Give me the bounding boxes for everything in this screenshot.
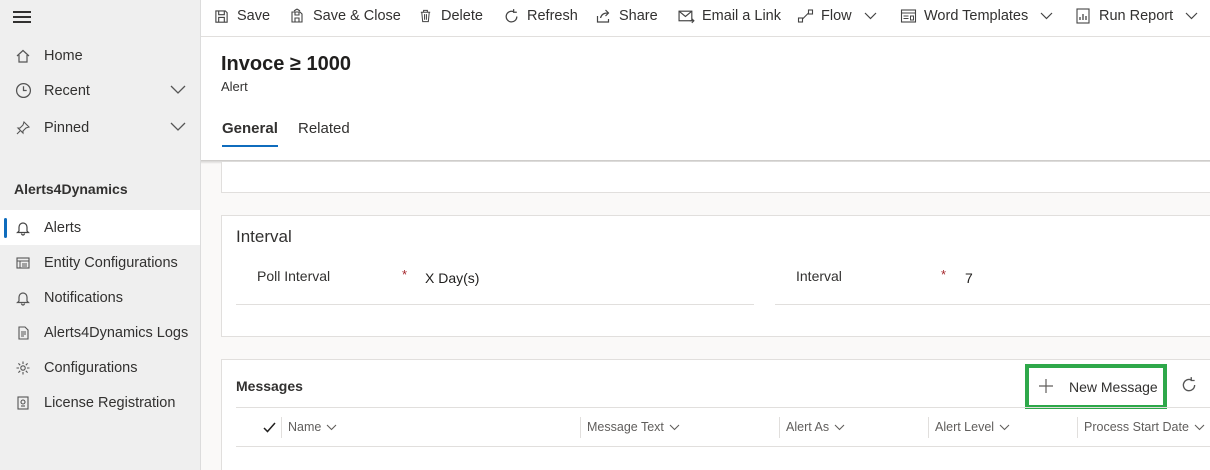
sidebar-group-title: Alerts4Dynamics [14,181,128,197]
chevron-down-icon [669,424,680,430]
word-templates-button[interactable]: Word Templates [899,0,1053,32]
license-icon [14,394,32,412]
column-header-alert-as[interactable]: Alert As [786,420,845,434]
bell-icon [14,289,32,307]
save-icon [212,7,230,25]
page-title: Invoce ≥ 1000 [221,53,351,75]
flow-icon [796,7,814,25]
previous-section-card [221,162,1210,193]
email-icon [677,7,695,25]
required-marker: * [941,267,947,282]
sidebar-item-alerts[interactable]: Alerts [0,210,200,245]
run-report-button[interactable]: Run Report [1074,0,1198,32]
messages-subgrid: Messages New Message Name Message Text A… [221,359,1210,470]
sidebar: Home Recent Pinned Alerts4Dynamics Alert… [0,0,201,470]
word-template-icon [899,7,917,25]
column-header-alert-level[interactable]: Alert Level [935,420,1010,434]
sidebar-item-label: Alerts [44,219,82,236]
interval-section: Interval Poll Interval * X Day(s) Interv… [221,215,1210,337]
flow-button[interactable]: Flow [796,0,877,32]
trash-icon [416,7,434,25]
section-title: Messages [236,378,303,394]
bell-icon [14,219,32,237]
clock-icon [14,82,32,100]
refresh-icon[interactable] [1180,376,1198,394]
tab-related[interactable]: Related [298,120,350,137]
sidebar-item-pinned[interactable]: Pinned [0,110,200,145]
command-bar: Save Save & Close Delete Refresh Share E… [201,0,1210,37]
column-separator [779,417,780,438]
field-underline [236,304,754,305]
sidebar-item-entity-configurations[interactable]: Entity Configurations [0,245,200,280]
sidebar-item-notifications[interactable]: Notifications [0,280,200,315]
delete-button[interactable]: Delete [416,0,483,32]
sidebar-item-label: Home [44,47,83,64]
sidebar-item-label: Alerts4Dynamics Logs [44,324,189,341]
chevron-down-icon [834,424,845,430]
sidebar-item-configurations[interactable]: Configurations [0,350,200,385]
chevron-down-icon[interactable] [170,122,186,132]
hamburger-menu-icon[interactable] [13,11,31,23]
sidebar-item-label: Configurations [44,359,138,376]
chevron-down-icon[interactable] [1040,12,1053,20]
sidebar-item-license-registration[interactable]: License Registration [0,385,200,420]
select-all-checkmark-icon[interactable] [263,420,276,436]
column-header-process-start-date[interactable]: Process Start Date [1084,420,1205,434]
column-header-message-text[interactable]: Message Text [587,420,680,434]
chevron-down-icon[interactable] [864,12,877,20]
column-separator [580,417,581,438]
entity-config-icon [14,254,32,272]
sidebar-item-home[interactable]: Home [0,38,200,73]
section-title: Interval [236,227,292,246]
sidebar-item-label: License Registration [44,394,176,411]
share-button[interactable]: Share [594,0,658,32]
chevron-down-icon [326,424,337,430]
interval-label: Interval [796,268,842,284]
report-icon [1074,7,1092,25]
home-icon [14,47,32,65]
sidebar-item-logs[interactable]: Alerts4Dynamics Logs [0,315,200,350]
save-close-icon [288,7,306,25]
chevron-down-icon[interactable] [1185,12,1198,20]
refresh-icon [502,7,520,25]
sidebar-item-label: Notifications [44,289,123,306]
sidebar-item-label: Pinned [44,119,90,136]
column-header-name[interactable]: Name [288,420,337,434]
column-separator [928,417,929,438]
pin-icon [14,119,32,137]
grid-divider [236,446,1210,447]
column-separator [281,417,282,438]
column-separator [1077,417,1078,438]
chevron-down-icon[interactable] [170,85,186,95]
refresh-button[interactable]: Refresh [502,0,578,32]
plus-icon [1039,376,1053,399]
required-marker: * [402,267,408,282]
save-button[interactable]: Save [212,0,270,32]
grid-divider [236,407,1210,408]
save-close-button[interactable]: Save & Close [288,0,401,32]
sidebar-item-label: Entity Configurations [44,254,178,271]
sidebar-item-label: Recent [44,82,90,99]
gear-icon [14,359,32,377]
entity-name: Alert [221,79,248,94]
poll-interval-label: Poll Interval [257,268,331,284]
log-icon [14,324,32,342]
interval-field[interactable]: 7 [965,270,973,286]
tab-general[interactable]: General [222,120,278,147]
new-message-button[interactable]: New Message [1025,364,1167,409]
poll-interval-field[interactable]: X Day(s) [425,270,479,286]
email-link-button[interactable]: Email a Link [677,0,781,32]
sidebar-item-recent[interactable]: Recent [0,73,200,108]
chevron-down-icon [999,424,1010,430]
chevron-down-icon [1194,424,1205,430]
share-icon [594,7,612,25]
field-underline [775,304,1210,305]
